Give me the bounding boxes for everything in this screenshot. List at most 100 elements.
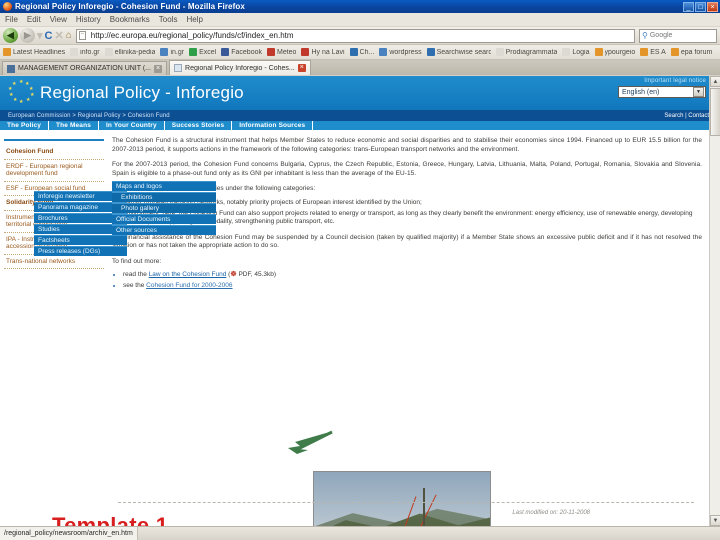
search-icon: ⚲ xyxy=(642,31,648,40)
annotation-arrow-icon xyxy=(288,430,333,454)
bookmark-label: Excel xyxy=(199,48,217,56)
sidebar-item-solidarity-fund[interactable]: Solidarity Fund xyxy=(4,196,104,211)
sidebar-item-ipa[interactable]: IPA - Instrument for pre-accession assis… xyxy=(4,233,104,255)
bookmark-item[interactable]: Excel xyxy=(189,48,216,56)
minimize-button[interactable]: _ xyxy=(683,1,694,12)
menu-edit[interactable]: Edit xyxy=(27,15,41,24)
menu-bar: File Edit View History Bookmarks Tools H… xyxy=(0,13,720,27)
nav-tab-the-policy[interactable]: The Policy xyxy=(0,121,50,130)
nav-tab-in-your-country[interactable]: In Your Country xyxy=(99,121,165,130)
bookmarks-toolbar: Latest Headlines info.gr ellinika-pedia … xyxy=(0,45,720,60)
home-icon[interactable]: ⌂ xyxy=(66,30,72,41)
bookmark-item[interactable]: epa forum xyxy=(670,48,712,56)
bookmark-label: Latest Headlines xyxy=(13,48,66,56)
tab-management-organization-unit[interactable]: MANAGEMENT ORGANIZATION UNIT (... × xyxy=(2,61,168,75)
bookmark-item[interactable]: info.gr xyxy=(70,48,100,56)
tab-close-icon[interactable]: × xyxy=(154,64,163,73)
language-select-value: English (en) xyxy=(622,88,660,96)
status-bar: /regional_policy/newsroom/archiv_en.htm xyxy=(0,526,720,540)
maximize-button[interactable]: □ xyxy=(695,1,706,12)
nav-tab-success-stories[interactable]: Success Stories xyxy=(165,121,233,130)
close-button[interactable]: × xyxy=(707,1,718,12)
bookmark-label: ellinika-pedia xyxy=(114,48,156,56)
bookmark-item[interactable]: Hy na Lavi xyxy=(301,48,345,56)
breadcrumb-trail[interactable]: European Commission > Regional Policy > … xyxy=(8,113,170,119)
link-cohesion-fund-2000-2006[interactable]: Cohesion Fund for 2000-2006 xyxy=(146,282,232,289)
bookmark-label: in.gr xyxy=(170,48,185,56)
sidebar-item-trans-national-networks[interactable]: Trans-national networks xyxy=(4,255,104,269)
bookmark-icon xyxy=(349,48,358,56)
language-select[interactable]: English (en) ▼ xyxy=(618,86,706,98)
bookmark-icon xyxy=(70,48,79,56)
menu-bookmarks[interactable]: Bookmarks xyxy=(110,15,150,24)
menu-help[interactable]: Help xyxy=(186,15,202,24)
bookmark-item[interactable]: Latest Headlines xyxy=(3,48,65,56)
status-url: /regional_policy/newsroom/archiv_en.htm xyxy=(0,527,138,540)
title-bar: Regional Policy Inforegio - Cohesion Fun… xyxy=(0,0,720,13)
list-item: trans-European transport networks, notab… xyxy=(123,199,702,208)
stop-icon[interactable]: ✕ xyxy=(54,29,63,42)
sidebar-item-esf[interactable]: ESF - European social fund xyxy=(4,182,104,196)
bookmark-item[interactable]: Meteo xyxy=(266,48,296,56)
tab-close-icon[interactable]: × xyxy=(297,64,306,72)
nav-tab-information-sources[interactable]: Information Sources xyxy=(232,121,314,130)
bookmark-label: wordpress xyxy=(389,48,422,56)
paragraph-intro: The Cohesion Fund is a structural instru… xyxy=(112,137,702,153)
bookmark-item[interactable]: Ch... xyxy=(349,48,374,56)
sidebar-item-cohesion-fund[interactable]: Cohesion Fund xyxy=(4,145,104,160)
bookmark-icon xyxy=(160,48,169,56)
menu-history[interactable]: History xyxy=(76,15,101,24)
bookmark-label: ypourgeio xyxy=(604,48,636,56)
utility-links[interactable]: Search | Contacts xyxy=(664,113,712,119)
bookmark-icon xyxy=(221,48,230,56)
nav-tab-the-means[interactable]: The Means xyxy=(49,121,99,130)
bookmark-item[interactable]: Logia xyxy=(562,48,590,56)
tab-regional-policy-inforegio[interactable]: Regional Policy Inforegio - Cohes... × xyxy=(169,60,311,75)
url-input[interactable] xyxy=(88,30,632,41)
scroll-up-arrow-icon[interactable]: ▲ xyxy=(710,76,720,87)
chevron-down-icon[interactable]: ▼ xyxy=(693,87,704,97)
bookmark-item[interactable]: ES A xyxy=(640,48,666,56)
photo-bridge-tower xyxy=(423,487,426,526)
link-prefix: read the xyxy=(123,271,149,278)
bookmark-item[interactable]: wordpress xyxy=(379,48,422,56)
sidebar-item-erdf[interactable]: ERDF - European regional development fun… xyxy=(4,160,104,182)
menu-tools[interactable]: Tools xyxy=(159,15,178,24)
paragraph-suspension: The financial assistance of the Cohesion… xyxy=(112,233,702,250)
link-meta: PDF, 45.3kb) xyxy=(238,271,277,278)
sidebar-divider xyxy=(4,139,104,141)
menu-file[interactable]: File xyxy=(5,15,18,24)
page-body: Cohesion Fund ERDF - European regional d… xyxy=(0,131,720,526)
address-bar[interactable] xyxy=(75,28,635,43)
link-law-on-cohesion-fund[interactable]: Law on the Cohesion Fund xyxy=(149,271,227,278)
page-viewport: ★ ★ ★ ★ ★ ★ ★ ★ ★ ★ Regional Policy - In… xyxy=(0,76,720,526)
bookmark-icon xyxy=(3,48,11,56)
legal-notice-link[interactable]: Important legal notice xyxy=(618,78,706,84)
bookmark-item[interactable]: ellinika-pedia xyxy=(104,48,156,56)
list-item: read the Law on the Cohesion Fund (☸ PDF… xyxy=(123,271,702,280)
bookmark-item[interactable]: ypourgeio xyxy=(594,48,636,56)
search-bar[interactable]: ⚲ Google xyxy=(639,28,717,43)
bookmark-icon xyxy=(594,48,603,56)
site-nav-tabs: The Policy The Means In Your Country Suc… xyxy=(0,121,720,131)
link-prefix: see the xyxy=(123,282,147,289)
page-scrollbar[interactable]: ▲ ▼ xyxy=(709,76,720,526)
sidebar-item-territorial-cooperation[interactable]: Instrument for European territorial coop… xyxy=(4,211,104,233)
navigation-toolbar: ◀ ▶ ▾ C ✕ ⌂ ⚲ Google xyxy=(0,27,720,45)
last-modified-text: Last modified on: 20-11-2008 xyxy=(512,510,590,516)
bookmark-icon xyxy=(670,48,679,56)
bookmark-item[interactable]: in.gr xyxy=(160,48,184,56)
scrollbar-thumb[interactable] xyxy=(710,88,720,136)
bookmark-label: Hy na Lavi xyxy=(311,48,345,56)
bookmark-item[interactable]: Prodiagrammata xyxy=(495,48,557,56)
forward-button[interactable]: ▶ xyxy=(20,28,35,43)
bookmark-item[interactable]: Facebook xyxy=(221,48,262,56)
tab-favicon-icon xyxy=(174,64,183,72)
scroll-down-arrow-icon[interactable]: ▼ xyxy=(710,515,720,526)
reload-icon[interactable]: C xyxy=(45,30,53,42)
back-button[interactable]: ◀ xyxy=(3,28,18,43)
menu-view[interactable]: View xyxy=(50,15,67,24)
history-dropdown-icon[interactable]: ▾ xyxy=(37,29,43,42)
bookmark-item[interactable]: Searchwise search xyxy=(426,48,491,56)
bookmark-label: info.gr xyxy=(80,48,100,56)
